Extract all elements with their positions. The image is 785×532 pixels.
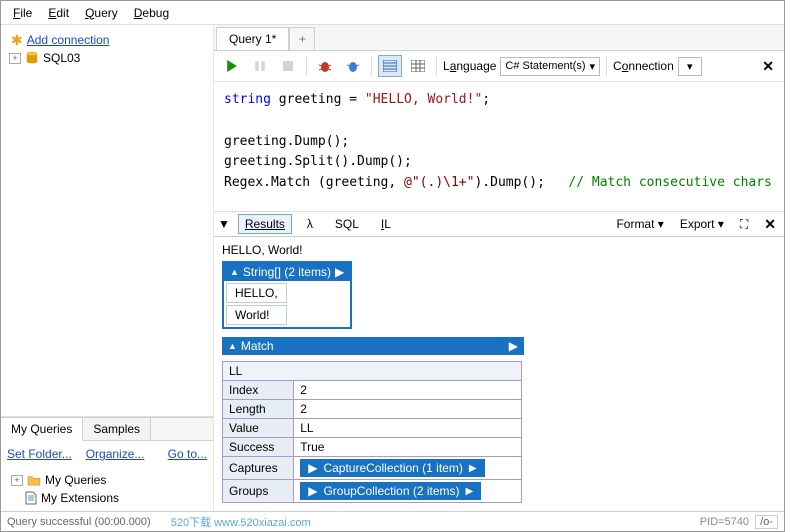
- pause-button[interactable]: [248, 55, 272, 77]
- format-button[interactable]: Format ▾: [612, 215, 667, 233]
- language-label: Language: [443, 59, 496, 73]
- folder-icon: [27, 474, 41, 486]
- tab-samples[interactable]: Samples: [83, 418, 151, 440]
- row-label: Captures: [223, 457, 294, 480]
- menu-debug[interactable]: Debug: [126, 4, 177, 22]
- tree-label: My Extensions: [41, 491, 119, 505]
- close-button[interactable]: ✕: [758, 58, 778, 75]
- document-tabs: Query 1* +: [214, 25, 784, 51]
- set-folder-link[interactable]: Set Folder...: [7, 447, 72, 461]
- tab-sql[interactable]: SQL: [328, 214, 366, 234]
- expand-icon[interactable]: +: [9, 53, 21, 64]
- tab-my-queries[interactable]: My Queries: [1, 418, 83, 441]
- match-value: LL: [223, 362, 522, 381]
- code-editor[interactable]: string greeting = "HELLO, World!"; greet…: [214, 82, 784, 212]
- connection-label: Connection: [613, 59, 674, 73]
- array-item: World!: [226, 305, 287, 325]
- status-message: Query successful: [7, 516, 91, 528]
- match-table: LL Index2 Length2 ValueLL SuccessTrue Ca…: [222, 361, 522, 503]
- new-tab-button[interactable]: +: [289, 27, 315, 50]
- close-results-button[interactable]: ✕: [760, 216, 780, 233]
- add-connection-link[interactable]: Add connection: [27, 33, 110, 47]
- result-header[interactable]: ▲String[] (2 items)▶: [224, 263, 350, 281]
- add-connection-icon: ✱: [11, 33, 23, 47]
- export-button[interactable]: Export ▾: [676, 215, 728, 233]
- stop-button[interactable]: [276, 55, 300, 77]
- view-grid-button[interactable]: [406, 55, 430, 77]
- match-header[interactable]: ▲Match▶: [222, 337, 524, 355]
- array-item: HELLO,: [226, 283, 287, 303]
- bottom-tabs: My Queries Samples: [1, 418, 213, 441]
- result-text: HELLO, World!: [222, 243, 776, 257]
- watermark: 520下载 www.520xiazai.com: [171, 514, 311, 530]
- row-label: Value: [223, 419, 294, 438]
- run-button[interactable]: [220, 55, 244, 77]
- connections-panel: ✱ Add connection + SQL03: [1, 25, 213, 417]
- status-time: (00:00.000): [94, 516, 150, 528]
- tab-lambda[interactable]: λ: [300, 214, 320, 234]
- connection-label: SQL03: [43, 51, 80, 65]
- status-pid: PID=5740: [700, 516, 749, 528]
- connection-node[interactable]: + SQL03: [5, 49, 209, 67]
- database-icon: [25, 51, 39, 65]
- row-value: 2: [294, 400, 522, 419]
- row-label: Groups: [223, 480, 294, 503]
- menu-file[interactable]: File: [5, 4, 40, 22]
- left-panel: ✱ Add connection + SQL03 My Queries Samp…: [1, 25, 214, 511]
- organize-link[interactable]: Organize...: [86, 447, 145, 461]
- my-extensions-node[interactable]: My Extensions: [7, 489, 207, 507]
- results-panel: HELLO, World! ▲String[] (2 items)▶ HELLO…: [214, 237, 784, 511]
- menu-edit[interactable]: Edit: [40, 4, 77, 22]
- goto-link[interactable]: Go to...: [168, 447, 207, 461]
- expand-icon[interactable]: +: [11, 475, 23, 486]
- bug-blue-button[interactable]: [341, 55, 365, 77]
- status-bar: Query successful (00:00.000) 520下载 www.5…: [1, 511, 784, 531]
- row-value: 2: [294, 381, 522, 400]
- my-queries-node[interactable]: + My Queries: [7, 471, 207, 489]
- menu-query[interactable]: Query: [77, 4, 126, 22]
- chevron-down-icon: ▾: [590, 60, 596, 73]
- results-tabs: ▼ Results λ SQL IL Format ▾ Export ▾ ⛶ ✕: [214, 212, 784, 237]
- status-mode: /o-: [755, 515, 778, 529]
- row-value: True: [294, 438, 522, 457]
- row-label: Index: [223, 381, 294, 400]
- toolbar: Language C# Statement(s)▾ Connection ▾ ✕: [214, 51, 784, 82]
- row-label: Success: [223, 438, 294, 457]
- groups-expand[interactable]: ▶GroupCollection (2 items)▶: [300, 482, 481, 500]
- view-rich-button[interactable]: [378, 55, 402, 77]
- connection-select[interactable]: ▾: [678, 57, 702, 76]
- my-queries-panel: My Queries Samples Set Folder... Organiz…: [1, 417, 213, 511]
- tab-il[interactable]: IL: [374, 214, 398, 234]
- language-select[interactable]: C# Statement(s)▾: [500, 57, 600, 76]
- file-icon: [25, 491, 37, 505]
- menubar: File Edit Query Debug: [1, 1, 784, 25]
- row-value: LL: [294, 419, 522, 438]
- captures-expand[interactable]: ▶CaptureCollection (1 item)▶: [300, 459, 484, 477]
- string-array-result: ▲String[] (2 items)▶ HELLO, World!: [222, 261, 352, 329]
- collapse-icon[interactable]: ▼: [218, 217, 230, 231]
- tab-query-1[interactable]: Query 1*: [216, 27, 289, 50]
- expand-icon[interactable]: ⛶: [736, 215, 752, 234]
- tab-results[interactable]: Results: [238, 214, 292, 234]
- chevron-down-icon: ▾: [687, 60, 693, 73]
- bug-button[interactable]: [313, 55, 337, 77]
- tree-label: My Queries: [45, 473, 106, 487]
- row-label: Length: [223, 400, 294, 419]
- right-panel: Query 1* + Language C# Statement(s)▾ Con…: [214, 25, 784, 511]
